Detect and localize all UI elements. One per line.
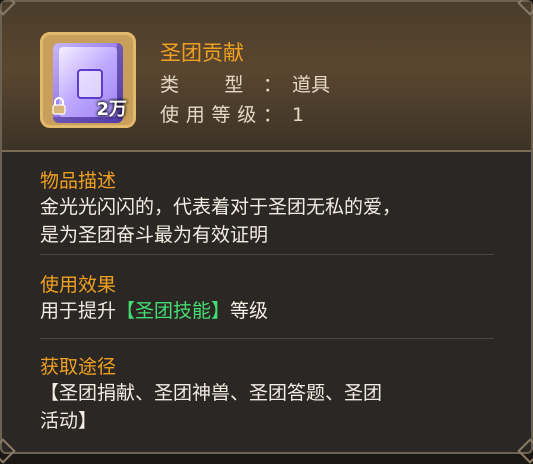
effect-title: 使用效果: [40, 274, 117, 296]
divider: [40, 338, 494, 339]
effect-prefix: 用于提升: [40, 300, 117, 322]
item-level-label: 使用等级：: [160, 104, 282, 126]
item-quantity: 2万: [96, 99, 127, 120]
item-type-value: 道具: [292, 74, 331, 96]
effect-section: 使用效果 用于提升【圣团技能】等级: [40, 270, 471, 325]
divider: [40, 254, 494, 255]
tooltip-header: 2万 圣团贡献 类 型： 道具 使用等级： 1: [2, 2, 531, 152]
source-title: 获取途径: [40, 356, 117, 378]
item-icon-frame[interactable]: 2万: [40, 32, 136, 128]
effect-suffix: 等级: [230, 300, 269, 322]
item-name: 圣团贡献: [160, 41, 244, 65]
description-line2: 是为圣团奋斗最为有效证明: [40, 224, 269, 246]
source-section: 获取途径 【圣团捐献、圣团神兽、圣团答题、圣团 活动】: [40, 352, 471, 435]
source-line2: 活动】: [40, 410, 98, 432]
item-level-row: 使用等级： 1: [160, 100, 304, 127]
item-level-value: 1: [292, 104, 305, 126]
description-title: 物品描述: [40, 170, 117, 192]
description-section: 物品描述 金光光闪闪的，代表着对于圣团无私的爱， 是为圣团奋斗最为有效证明: [40, 166, 471, 249]
lock-icon: [52, 97, 66, 115]
item-tooltip-panel: 2万 圣团贡献 类 型： 道具 使用等级： 1 物品描述 金光光闪闪的，代表着对于圣…: [0, 0, 533, 464]
item-type-label: 类 型：: [160, 74, 282, 96]
effect-text: 用于提升【圣团技能】等级: [40, 297, 471, 325]
item-type-row: 类 型： 道具: [160, 70, 330, 97]
source-line1: 【圣团捐献、圣团神兽、圣团答题、圣团: [40, 382, 383, 404]
effect-highlight: 【圣团技能】: [116, 300, 231, 322]
corner-ornament: [0, 438, 16, 464]
description-line1: 金光光闪闪的，代表着对于圣团无私的爱，: [40, 196, 402, 218]
corner-ornament: [517, 438, 533, 464]
